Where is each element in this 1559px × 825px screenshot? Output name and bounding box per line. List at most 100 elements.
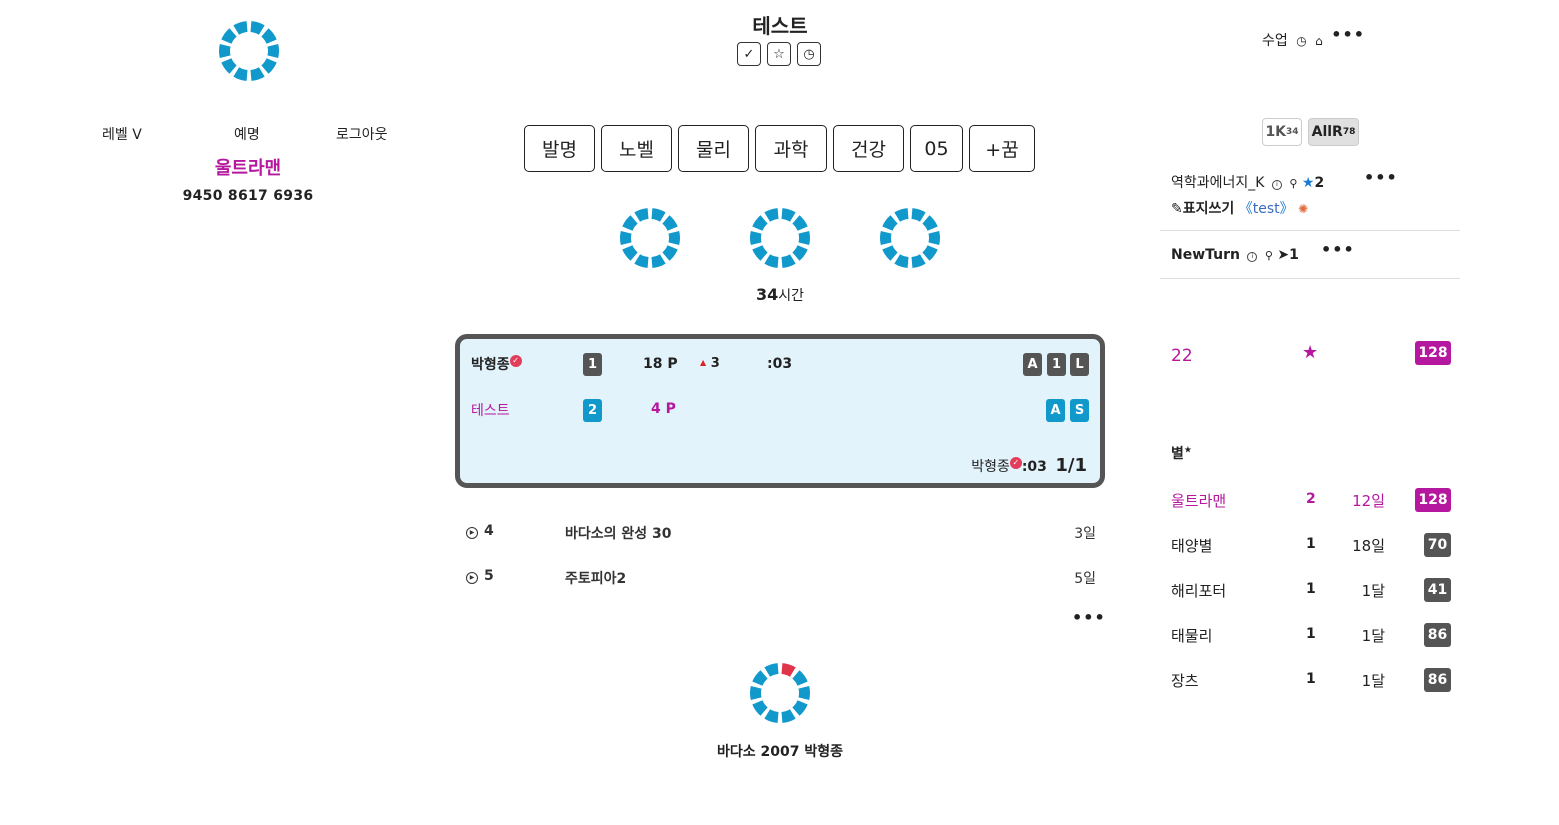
ring-segment <box>752 670 768 686</box>
ranking-count: 1 <box>1306 536 1316 552</box>
ring-segment <box>792 700 808 716</box>
favorite-button[interactable]: ☆ <box>767 42 791 66</box>
star-count: 2 <box>1314 175 1325 191</box>
game-card[interactable]: 박형종 ✓ 1 18 P ▲ 3 :03 A 1 L 테스트 2 4 P A S … <box>455 334 1105 488</box>
ring-segment <box>882 215 898 231</box>
player1-name: 박형종 ✓ <box>471 354 522 374</box>
edit-label[interactable]: 표지쓰기 <box>1183 201 1235 217</box>
quote-open-icon: 《 <box>1238 201 1253 217</box>
player2-name: 테스트 <box>471 403 510 419</box>
history-item[interactable]: ▶ 4 바다소의 완성 30 3일 <box>466 523 1096 542</box>
player2-tag: A <box>1046 399 1065 422</box>
ranking-score-badge: 128 <box>1415 488 1451 512</box>
history-title[interactable]: 주토피아2 <box>565 568 626 588</box>
home-icon[interactable]: ⌂ <box>1315 34 1323 48</box>
group-name[interactable]: NewTurn <box>1171 247 1240 263</box>
ring-segment <box>250 67 265 81</box>
avatar-ring-icon[interactable] <box>218 20 280 82</box>
group-more-icon[interactable]: ••• <box>1364 168 1398 187</box>
ring-segment <box>651 208 666 222</box>
category-invention-button[interactable]: 발명 <box>524 125 595 172</box>
history-button[interactable]: ◷ <box>797 42 821 66</box>
ranking-name[interactable]: 해리포터 <box>1171 580 1226 601</box>
progress-ring-icon[interactable] <box>749 662 811 724</box>
ring-segment <box>620 231 632 245</box>
ring-segment <box>668 231 680 245</box>
history-item[interactable]: ▶ 5 주토피아2 5일 <box>466 568 1096 587</box>
logout-link[interactable]: 로그아웃 <box>336 124 388 144</box>
info-icon[interactable]: i <box>1271 180 1282 190</box>
history-ago: 3일 <box>1074 526 1096 542</box>
star-section-label: 별★ <box>1171 445 1192 462</box>
check-button[interactable]: ✓ <box>737 42 761 66</box>
ring-segment <box>781 663 796 677</box>
ring-segment <box>250 21 265 35</box>
clock-icon: ◷ <box>803 46 815 62</box>
ring-icon[interactable] <box>749 207 811 269</box>
group-row[interactable]: 역학과에너지_K i ⚲ ★2 <box>1171 172 1324 192</box>
group-row[interactable]: NewTurn i ⚲ ➤1 <box>1171 247 1299 263</box>
group-more-icon[interactable]: ••• <box>1321 240 1355 259</box>
ring-segment <box>764 254 779 268</box>
ranking-period: 12일 <box>1352 492 1385 510</box>
clock-icon[interactable]: ◷ <box>1296 34 1306 48</box>
tab-allr[interactable]: AllR 78 <box>1308 118 1359 146</box>
ranking-count: 1 <box>1306 671 1316 687</box>
ranking-name[interactable]: 태양별 <box>1171 535 1212 556</box>
nickname-link[interactable]: 예명 <box>234 124 260 144</box>
ranking-count: 1 <box>1306 581 1316 597</box>
history-more-icon[interactable]: ••• <box>1072 608 1106 627</box>
star-icon[interactable]: ★ <box>1302 342 1318 363</box>
history-num: 4 <box>484 523 494 539</box>
tab-1k[interactable]: 1K 34 <box>1262 118 1302 146</box>
ranking-score-badge: 86 <box>1424 668 1451 692</box>
user-name[interactable]: 울트라맨 <box>148 154 348 180</box>
ring-segment <box>911 208 926 222</box>
ranking-name[interactable]: 장츠 <box>1171 670 1199 691</box>
user-phone: 9450 8617 6936 <box>182 188 314 204</box>
ring-icon[interactable] <box>619 207 681 269</box>
footer-caption: 바다소 2007 박형종 <box>717 744 843 760</box>
group-tag[interactable]: test <box>1253 201 1280 217</box>
info-icon[interactable]: i <box>1247 252 1258 262</box>
ring-segment <box>752 215 768 231</box>
person-icon: ⚲ <box>1264 249 1273 262</box>
ranking-name[interactable]: 태물리 <box>1171 625 1212 646</box>
send-count: 1 <box>1289 247 1299 263</box>
send-icon: ➤ <box>1277 247 1290 263</box>
category-05-button[interactable]: 05 <box>910 125 963 172</box>
ring-segment <box>922 215 938 231</box>
history-title[interactable]: 바다소의 완성 30 <box>565 523 672 543</box>
more-icon[interactable]: ••• <box>1331 25 1365 44</box>
check-icon: ✓ <box>743 46 755 62</box>
verified-icon: ✓ <box>509 355 522 367</box>
hours-unit: 시간 <box>778 288 805 304</box>
class-link[interactable]: 수업 <box>1262 33 1288 49</box>
ring-icon[interactable] <box>879 207 941 269</box>
level-link[interactable]: 레벨 V <box>102 124 142 144</box>
turn-time: :03 <box>1021 459 1047 475</box>
ring-segment <box>634 254 649 268</box>
hours-summary: 34시간 <box>680 285 880 305</box>
ranking-name[interactable]: 울트라맨 <box>1171 490 1226 511</box>
category-health-button[interactable]: 건강 <box>833 125 904 172</box>
category-nobel-button[interactable]: 노벨 <box>601 125 672 172</box>
ring-segment <box>750 686 762 700</box>
ranking-score-badge: 70 <box>1424 533 1451 557</box>
ring-segment <box>622 245 638 261</box>
group-name[interactable]: 역학과에너지_K <box>1171 175 1264 191</box>
hours-value: 34 <box>755 285 779 304</box>
verified-icon: ✓ <box>1009 457 1022 469</box>
ring-segment <box>764 208 779 222</box>
category-physics-button[interactable]: 물리 <box>678 125 749 172</box>
star-icon: ★ <box>1183 445 1192 456</box>
history-num: 5 <box>484 568 494 584</box>
edit-row[interactable]: ✎표지쓰기 《test》 ✺ <box>1171 198 1308 218</box>
category-science-button[interactable]: 과학 <box>755 125 827 172</box>
ring-segment <box>662 245 678 261</box>
ring-segment <box>752 700 768 716</box>
ring-segment <box>221 28 237 44</box>
stat-left: 22 <box>1171 346 1193 366</box>
player1-delta: ▲ 3 <box>700 356 720 371</box>
category-dream-add-button[interactable]: +꿈 <box>969 125 1035 172</box>
